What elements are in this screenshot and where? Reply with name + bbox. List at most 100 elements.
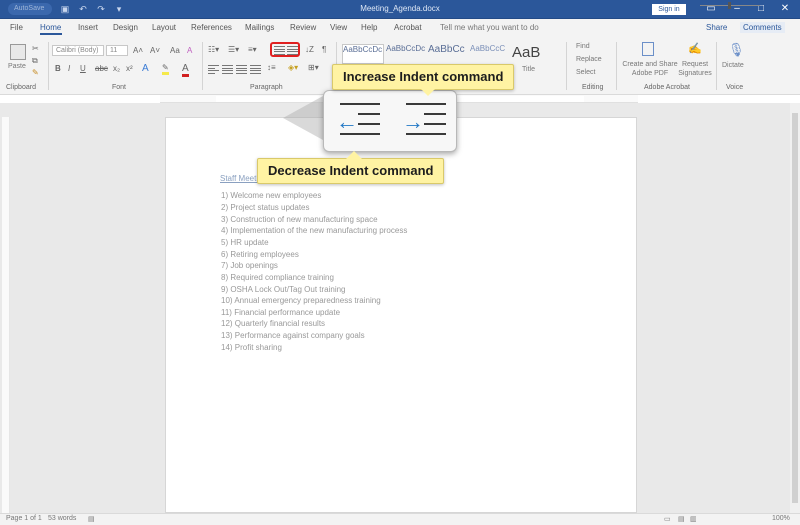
- list-item: 6) Retiring employees: [221, 250, 299, 259]
- dictate-button[interactable]: Dictate: [722, 62, 744, 69]
- line-spacing-icon[interactable]: ↕≡: [267, 63, 276, 72]
- style-normal[interactable]: AaBbCcDc: [342, 44, 384, 64]
- align-left-icon[interactable]: [208, 65, 219, 74]
- list-item: 10) Annual emergency preparedness traini…: [221, 296, 381, 305]
- underline-button[interactable]: U: [80, 64, 86, 73]
- list-item: 8) Required compliance training: [221, 273, 334, 282]
- status-bar: Page 1 of 1 53 words ▤ ▭ ▤ ▥ 100%: [0, 513, 800, 525]
- sign-in-button[interactable]: Sign in: [652, 4, 686, 15]
- increase-indent-icon: →: [400, 99, 448, 141]
- voice-group-label: Voice: [726, 84, 744, 91]
- request-signatures-button[interactable]: Request Signatures: [676, 60, 714, 78]
- shrink-font-icon[interactable]: A˅: [150, 46, 160, 55]
- word-count[interactable]: 53 words: [48, 515, 76, 522]
- share-button[interactable]: Share: [706, 23, 727, 32]
- web-layout-icon[interactable]: ▥: [690, 515, 697, 523]
- group-divider: [616, 42, 617, 90]
- clipboard-group-label: Clipboard: [6, 84, 36, 91]
- text-effects-icon[interactable]: A: [142, 63, 149, 74]
- font-color-icon[interactable]: A: [182, 63, 189, 77]
- tab-review[interactable]: Review: [290, 23, 316, 32]
- highlight-icon[interactable]: ✎: [162, 63, 169, 75]
- shading-icon[interactable]: ◈▾: [288, 63, 298, 72]
- style-heading-1[interactable]: AaBbCc: [428, 44, 470, 64]
- font-group-label: Font: [112, 84, 127, 91]
- decrease-indent-callout: Decrease Indent command: [257, 158, 445, 184]
- format-painter-icon[interactable]: ✎: [32, 68, 39, 77]
- tab-design[interactable]: Design: [113, 23, 138, 32]
- create-share-pdf-button[interactable]: Create and Share Adobe PDF: [622, 60, 678, 78]
- font-size-box[interactable]: 11: [106, 45, 128, 56]
- ribbon-tabs: File Home Insert Design Layout Reference…: [0, 19, 800, 39]
- replace-button[interactable]: Replace: [576, 56, 602, 63]
- list-item: 11) Financial performance update: [221, 308, 341, 317]
- style-heading-2[interactable]: AaBbCcC: [470, 44, 512, 64]
- tab-acrobat[interactable]: Acrobat: [394, 23, 422, 32]
- editing-group-label: Editing: [582, 84, 604, 91]
- font-name-box[interactable]: Calibri (Body): [52, 45, 104, 56]
- increase-indent-callout: Increase Indent command: [332, 64, 515, 90]
- superscript-button[interactable]: x²: [126, 64, 133, 73]
- list-item: 14) Profit sharing: [221, 343, 282, 352]
- clear-formatting-icon[interactable]: A: [187, 46, 192, 55]
- align-right-icon[interactable]: [236, 65, 247, 74]
- microphone-icon[interactable]: 🎙: [728, 42, 745, 58]
- list-item: 2) Project status updates: [221, 203, 310, 212]
- multilevel-list-icon[interactable]: ≡▾: [248, 45, 257, 54]
- print-layout-icon[interactable]: ▤: [678, 515, 685, 523]
- tell-me-search[interactable]: Tell me what you want to do: [440, 23, 539, 32]
- read-mode-icon[interactable]: ▭: [664, 515, 671, 523]
- list-item: 12) Quarterly financial results: [221, 319, 326, 328]
- tab-mailings[interactable]: Mailings: [245, 23, 274, 32]
- subscript-button[interactable]: x₂: [113, 64, 120, 73]
- title-bar: AutoSave ▣ ↶ ↷ ▾ Meeting_Agenda.docx Sig…: [0, 0, 800, 19]
- callout-pointer: [346, 151, 362, 159]
- show-marks-icon[interactable]: ¶: [322, 45, 326, 54]
- tab-help[interactable]: Help: [361, 23, 377, 32]
- grow-font-icon[interactable]: A˄: [133, 46, 143, 55]
- proofing-icon[interactable]: ▤: [88, 515, 95, 523]
- bold-button[interactable]: B: [55, 64, 61, 73]
- borders-icon[interactable]: ⊞▾: [308, 63, 319, 72]
- cut-icon[interactable]: ✂: [32, 44, 39, 53]
- close-icon[interactable]: ✕: [778, 2, 792, 16]
- copy-icon[interactable]: ⧉: [32, 56, 38, 66]
- active-tab-indicator: [40, 33, 62, 35]
- sort-icon[interactable]: ↓Z: [305, 45, 314, 54]
- tab-view[interactable]: View: [330, 23, 347, 32]
- vertical-ruler[interactable]: [2, 117, 10, 517]
- numbering-icon[interactable]: ☰▾: [228, 45, 239, 54]
- tab-references[interactable]: References: [191, 23, 232, 32]
- tab-home[interactable]: Home: [40, 23, 61, 32]
- list-item: 9) OSHA Lock Out/Tag Out training: [221, 285, 346, 294]
- page-count[interactable]: Page 1 of 1: [6, 515, 42, 522]
- find-button[interactable]: Find: [576, 43, 590, 50]
- bullets-icon[interactable]: ☷▾: [208, 45, 219, 54]
- justify-icon[interactable]: [250, 65, 261, 74]
- list-item: 7) Job openings: [221, 261, 278, 270]
- tab-layout[interactable]: Layout: [152, 23, 176, 32]
- italic-button[interactable]: I: [68, 64, 70, 73]
- strikethrough-button[interactable]: abc: [95, 64, 108, 73]
- group-divider: [566, 42, 567, 90]
- paste-label[interactable]: Paste: [8, 63, 26, 70]
- align-center-icon[interactable]: [222, 65, 233, 74]
- vertical-scrollbar[interactable]: [790, 103, 800, 513]
- create-pdf-icon[interactable]: [642, 42, 654, 56]
- list-item: 4) Implementation of the new manufacturi…: [221, 226, 408, 235]
- decrease-indent-icon: ←: [334, 99, 382, 141]
- tab-insert[interactable]: Insert: [78, 23, 98, 32]
- zoom-slider-thumb[interactable]: [728, 2, 731, 9]
- select-button[interactable]: Select: [576, 69, 595, 76]
- change-case-icon[interactable]: Aa: [170, 46, 180, 55]
- zoom-level[interactable]: 100%: [772, 515, 790, 522]
- request-signatures-icon[interactable]: ✍: [688, 42, 702, 55]
- comments-button[interactable]: Comments: [740, 22, 785, 33]
- callout-pointer: [420, 88, 436, 96]
- style-no-spacing[interactable]: AaBbCcDc: [386, 44, 428, 64]
- group-divider: [48, 42, 49, 90]
- adobe-group-label: Adobe Acrobat: [644, 84, 690, 91]
- style-title[interactable]: AaB: [512, 44, 554, 64]
- paste-icon[interactable]: [10, 44, 26, 60]
- tab-file[interactable]: File: [10, 23, 23, 32]
